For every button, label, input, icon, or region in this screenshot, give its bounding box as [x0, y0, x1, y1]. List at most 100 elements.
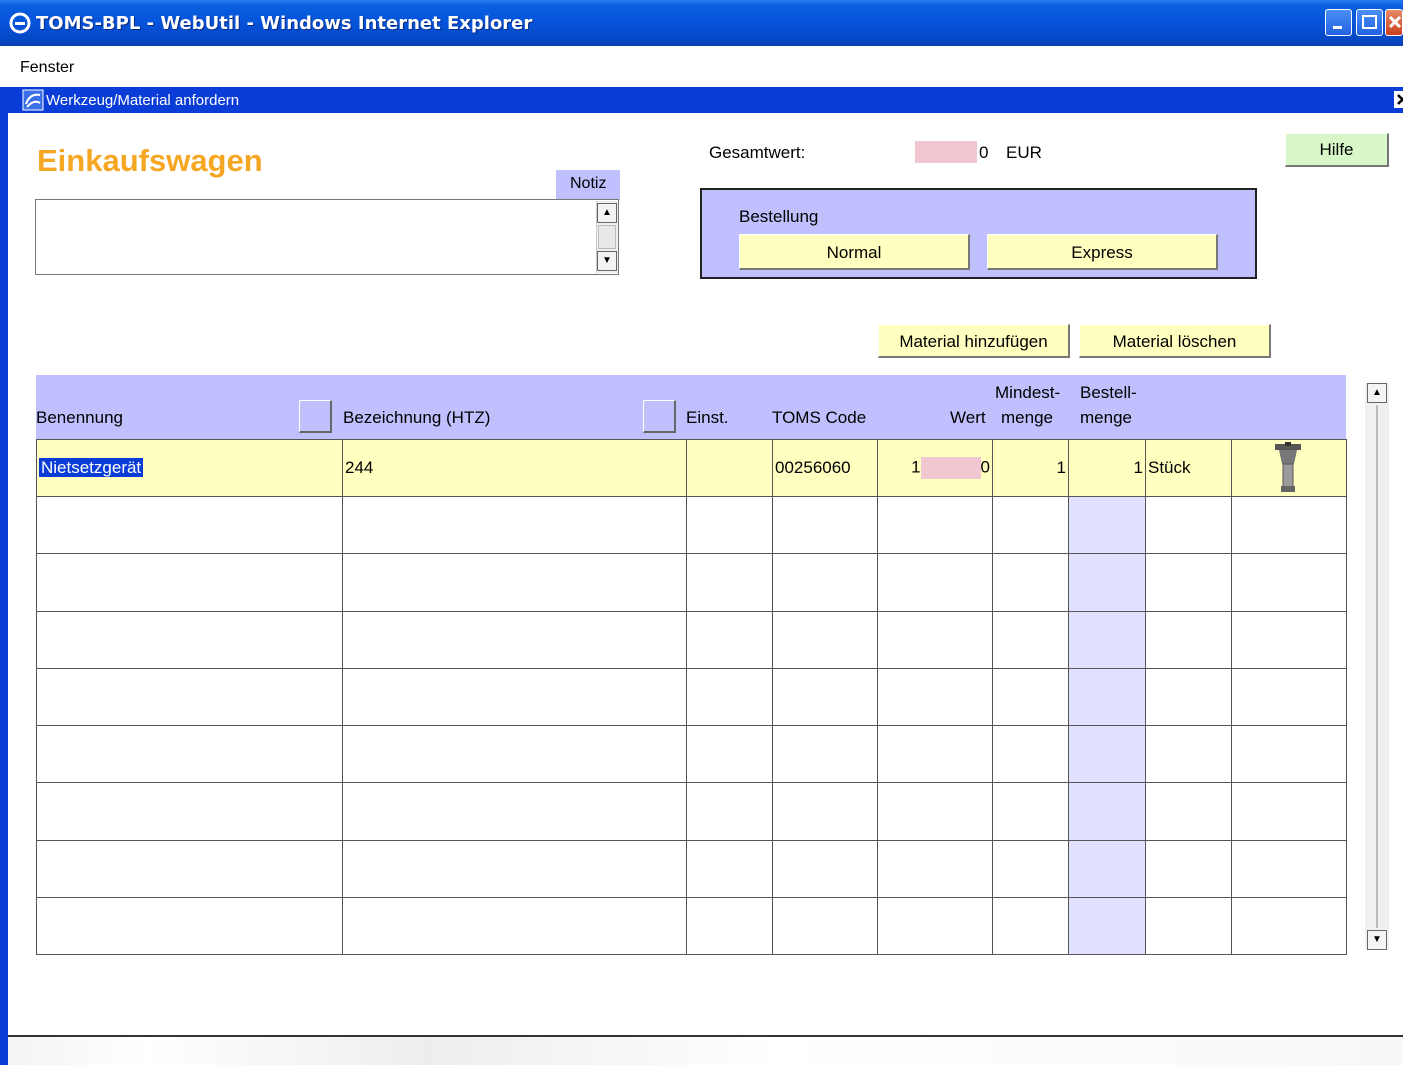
cell-image[interactable]: [1231, 725, 1347, 784]
cell-bezeichnung[interactable]: [342, 667, 687, 727]
cell-einst[interactable]: [686, 782, 773, 841]
cell-bezeichnung[interactable]: [342, 896, 687, 956]
cell-einheit[interactable]: [1145, 896, 1232, 956]
maximize-button[interactable]: [1356, 9, 1383, 36]
cell-benennung[interactable]: [36, 782, 343, 841]
cell-wert[interactable]: [877, 553, 993, 612]
cell-bestellmenge[interactable]: [1068, 725, 1146, 784]
table-row[interactable]: [36, 496, 1347, 555]
cell-einst[interactable]: [686, 610, 773, 669]
cell-benennung[interactable]: [36, 667, 343, 727]
cell-einheit[interactable]: Stück: [1145, 438, 1232, 498]
cell-image[interactable]: [1231, 782, 1347, 841]
cell-image[interactable]: [1231, 667, 1347, 727]
cell-benennung[interactable]: [36, 610, 343, 669]
cell-einst[interactable]: [686, 553, 773, 612]
cell-einheit[interactable]: [1145, 667, 1232, 727]
cell-einheit[interactable]: [1145, 610, 1232, 669]
cell-toms-code[interactable]: [772, 610, 878, 669]
cell-image[interactable]: [1231, 553, 1347, 612]
cell-benennung[interactable]: [36, 553, 343, 612]
table-row[interactable]: Nietsetzgerät 244 00256060 10 1 1 Stück: [36, 438, 1347, 498]
cell-image[interactable]: [1231, 496, 1347, 555]
cell-image[interactable]: [1231, 438, 1347, 498]
cell-image[interactable]: [1231, 839, 1347, 898]
add-material-button[interactable]: Material hinzufügen: [878, 324, 1070, 358]
cell-einheit[interactable]: [1145, 725, 1232, 784]
cell-bestellmenge[interactable]: [1068, 782, 1146, 841]
cell-mindestmenge[interactable]: [992, 839, 1069, 898]
cell-bestellmenge[interactable]: [1068, 610, 1146, 669]
notiz-textarea[interactable]: ▲ ▼: [35, 199, 619, 275]
scroll-up-arrow-icon[interactable]: ▲: [597, 203, 617, 223]
cell-bezeichnung[interactable]: [342, 610, 687, 669]
cell-toms-code[interactable]: [772, 782, 878, 841]
table-row[interactable]: [36, 896, 1347, 956]
cell-wert[interactable]: [877, 610, 993, 669]
cell-toms-code[interactable]: [772, 839, 878, 898]
cell-wert[interactable]: [877, 725, 993, 784]
cell-toms-code[interactable]: [772, 667, 878, 727]
cell-bezeichnung[interactable]: [342, 839, 687, 898]
cell-mindestmenge[interactable]: [992, 610, 1069, 669]
cell-einst[interactable]: [686, 438, 773, 498]
cell-einst[interactable]: [686, 896, 773, 956]
inner-close-button[interactable]: [1394, 91, 1403, 108]
cell-mindestmenge[interactable]: [992, 667, 1069, 727]
cell-wert[interactable]: [877, 496, 993, 555]
cell-benennung[interactable]: [36, 725, 343, 784]
cell-einst[interactable]: [686, 667, 773, 727]
cell-mindestmenge[interactable]: [992, 782, 1069, 841]
grid-scroll-down-icon[interactable]: ▼: [1367, 930, 1387, 950]
cell-einst[interactable]: [686, 725, 773, 784]
cell-toms-code[interactable]: [772, 553, 878, 612]
cell-bestellmenge[interactable]: [1068, 496, 1146, 555]
cell-wert[interactable]: [877, 896, 993, 956]
cell-mindestmenge[interactable]: [992, 896, 1069, 956]
cell-bestellmenge[interactable]: [1068, 839, 1146, 898]
cell-toms-code[interactable]: [772, 496, 878, 555]
cell-bezeichnung[interactable]: [342, 496, 687, 555]
benennung-sort-button[interactable]: [299, 400, 332, 433]
cell-toms-code[interactable]: [772, 896, 878, 956]
normal-order-button[interactable]: Normal: [739, 234, 970, 270]
cell-wert[interactable]: [877, 667, 993, 727]
cell-bezeichnung[interactable]: [342, 782, 687, 841]
cell-mindestmenge[interactable]: [992, 496, 1069, 555]
cell-wert[interactable]: [877, 782, 993, 841]
scroll-thumb[interactable]: [598, 225, 616, 249]
cell-mindestmenge[interactable]: [992, 553, 1069, 612]
cell-einheit[interactable]: [1145, 782, 1232, 841]
cell-bezeichnung[interactable]: 244: [342, 438, 687, 498]
close-button[interactable]: [1385, 9, 1403, 36]
notiz-scrollbar[interactable]: ▲ ▼: [596, 201, 618, 273]
table-row[interactable]: [36, 725, 1347, 784]
menu-item-fenster[interactable]: Fenster: [20, 59, 74, 77]
table-row[interactable]: [36, 553, 1347, 612]
grid-scroll-up-icon[interactable]: ▲: [1367, 383, 1387, 403]
cell-mindestmenge[interactable]: [992, 725, 1069, 784]
table-row[interactable]: [36, 839, 1347, 898]
grid-scrollbar[interactable]: ▲ ▼: [1365, 383, 1389, 950]
table-row[interactable]: [36, 782, 1347, 841]
cell-benennung[interactable]: Nietsetzgerät: [36, 438, 343, 498]
delete-material-button[interactable]: Material löschen: [1079, 324, 1271, 358]
cell-einheit[interactable]: [1145, 839, 1232, 898]
cell-bestellmenge[interactable]: [1068, 667, 1146, 727]
cell-bezeichnung[interactable]: [342, 553, 687, 612]
cell-toms-code[interactable]: 00256060: [772, 438, 878, 498]
hilfe-button[interactable]: Hilfe: [1285, 133, 1389, 167]
cell-benennung[interactable]: [36, 896, 343, 956]
cell-einst[interactable]: [686, 839, 773, 898]
table-row[interactable]: [36, 610, 1347, 669]
express-order-button[interactable]: Express: [987, 234, 1218, 270]
cell-bestellmenge[interactable]: 1: [1068, 438, 1146, 498]
cell-toms-code[interactable]: [772, 725, 878, 784]
cell-bestellmenge[interactable]: [1068, 896, 1146, 956]
cell-mindestmenge[interactable]: 1: [992, 438, 1069, 498]
cell-bezeichnung[interactable]: [342, 725, 687, 784]
scroll-down-arrow-icon[interactable]: ▼: [597, 251, 617, 271]
bezeichnung-sort-button[interactable]: [643, 400, 676, 433]
cell-einheit[interactable]: [1145, 496, 1232, 555]
cell-wert[interactable]: [877, 839, 993, 898]
